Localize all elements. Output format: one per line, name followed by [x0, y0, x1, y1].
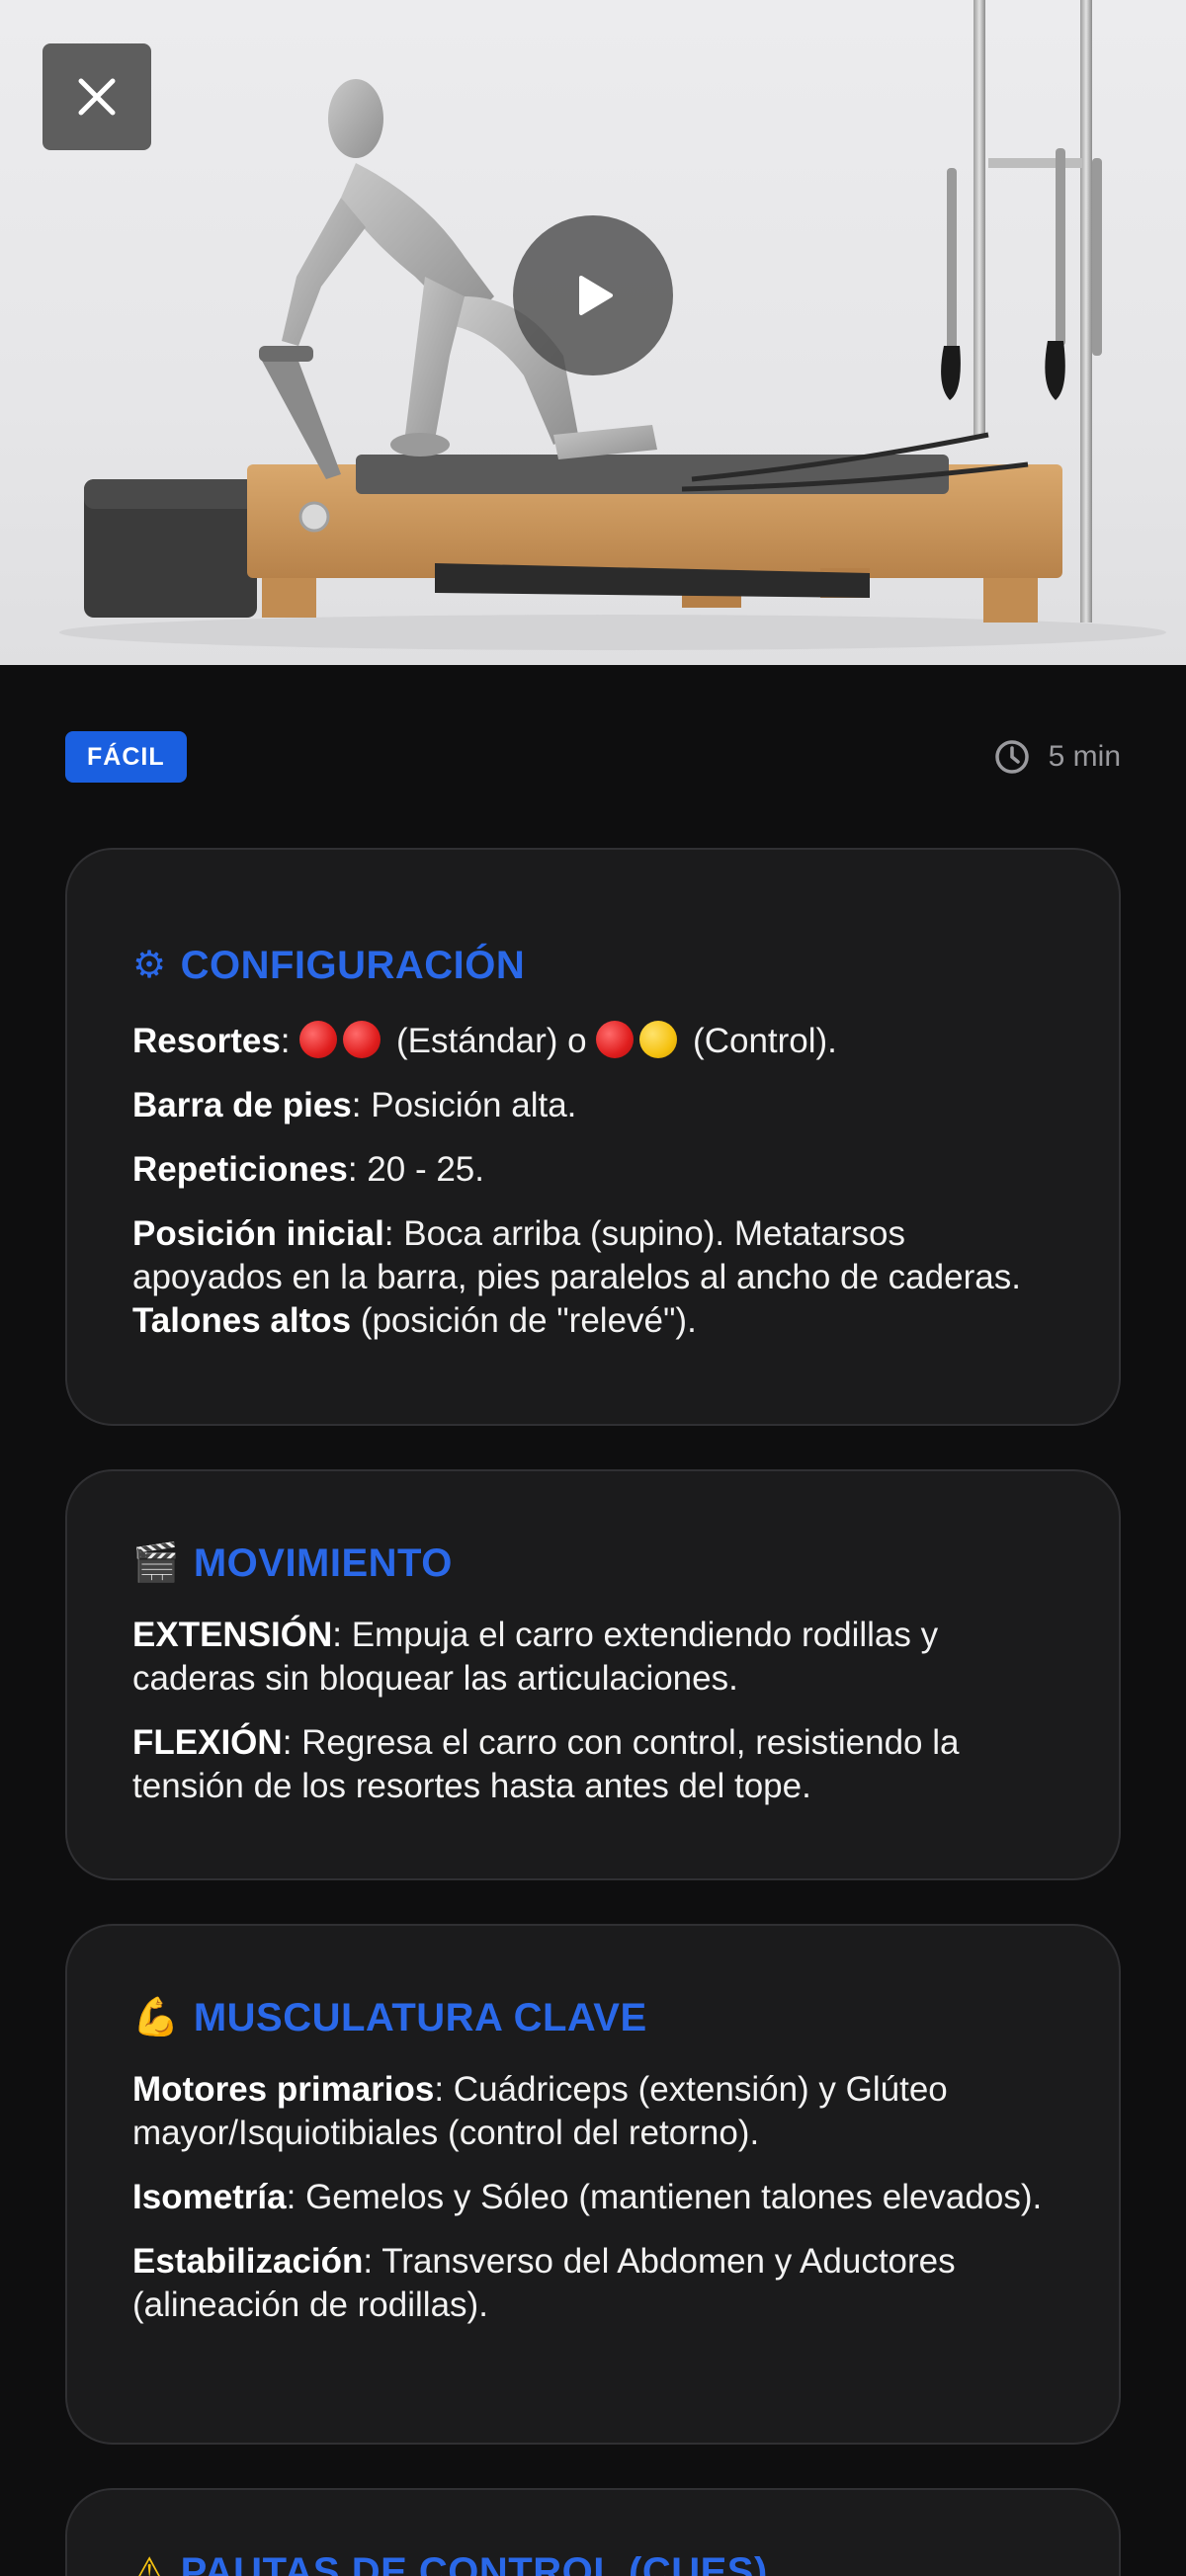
muscles-card: 💪 MUSCULATURA CLAVE Motores primarios: C…	[65, 1924, 1121, 2445]
exercise-meta: FÁCIL 5 min	[65, 731, 1121, 783]
isometry-line: Isometría: Gemelos y Sóleo (mantienen ta…	[132, 2176, 1054, 2219]
cues-title-text: PAUTAS DE CONTROL (CUES)	[180, 2549, 768, 2576]
movement-title-text: MOVIMIENTO	[193, 1540, 453, 1585]
stabilization-line: Estabilización: Transverso del Abdomen y…	[132, 2240, 1054, 2327]
reps-value: : 20 - 25.	[347, 1150, 484, 1189]
extension-label: EXTENSIÓN	[132, 1616, 333, 1654]
flexed-biceps-icon: 💪	[132, 1997, 180, 2038]
footbar-line: Barra de pies: Posición alta.	[132, 1084, 1054, 1127]
muscles-title: 💪 MUSCULATURA CLAVE	[132, 1993, 1054, 2042]
exercise-video[interactable]	[0, 0, 1186, 665]
start-position-line: Posición inicial: Boca arriba (supino). …	[132, 1212, 1054, 1343]
difficulty-badge: FÁCIL	[65, 731, 187, 783]
red-spring-icon	[343, 1021, 381, 1058]
isometry-label: Isometría	[132, 2178, 287, 2216]
clapperboard-icon: 🎬	[132, 1542, 180, 1584]
duration-label: 5 min	[1048, 740, 1121, 773]
start-label: Posición inicial	[132, 1214, 384, 1253]
red-spring-icon	[299, 1021, 338, 1058]
muscles-title-text: MUSCULATURA CLAVE	[193, 1995, 647, 2039]
flexion-line: FLEXIÓN: Regresa el carro con control, r…	[132, 1721, 1054, 1808]
movement-card: 🎬 MOVIMIENTO EXTENSIÓN: Empuja el carro …	[65, 1469, 1121, 1880]
extension-line: EXTENSIÓN: Empuja el carro extendiendo r…	[132, 1614, 1054, 1701]
gear-icon: ⚙	[132, 945, 167, 986]
cues-card: ⚠ PAUTAS DE CONTROL (CUES)	[65, 2488, 1121, 2576]
config-card: ⚙ CONFIGURACIÓN Resortes: (Estándar) o (…	[65, 848, 1121, 1426]
heels-label: Talones altos	[132, 1301, 352, 1340]
reps-line: Repeticiones: 20 - 25.	[132, 1148, 1054, 1192]
footbar-value: : Posición alta.	[351, 1086, 577, 1124]
config-title: ⚙ CONFIGURACIÓN	[132, 941, 1054, 990]
close-icon	[78, 78, 116, 116]
duration: 5 min	[993, 731, 1121, 783]
footbar-label: Barra de pies	[132, 1086, 352, 1124]
springs-control: (Control).	[693, 1022, 837, 1060]
clock-icon	[994, 740, 1029, 774]
isometry-value: : Gemelos y Sóleo (mantienen talones ele…	[286, 2178, 1043, 2216]
close-button[interactable]	[42, 43, 151, 150]
play-icon	[579, 276, 613, 315]
primary-movers-line: Motores primarios: Cuádriceps (extensión…	[132, 2068, 1054, 2155]
play-button[interactable]	[513, 215, 673, 375]
cues-title: ⚠ PAUTAS DE CONTROL (CUES)	[132, 2547, 1054, 2576]
springs-line: Resortes: (Estándar) o (Control).	[132, 1021, 837, 1060]
stabilization-label: Estabilización	[132, 2242, 364, 2281]
springs-label: Resortes	[132, 1022, 281, 1060]
flexion-label: FLEXIÓN	[132, 1723, 283, 1762]
red-spring-icon	[596, 1021, 635, 1058]
movement-title: 🎬 MOVIMIENTO	[132, 1538, 1054, 1588]
config-title-text: CONFIGURACIÓN	[180, 943, 526, 987]
yellow-spring-icon	[639, 1021, 678, 1058]
warning-icon: ⚠	[132, 2551, 167, 2576]
heels-value: (posición de "relevé").	[360, 1301, 697, 1340]
springs-standard: (Estándar) o	[395, 1022, 587, 1060]
reps-label: Repeticiones	[132, 1150, 348, 1189]
primary-label: Motores primarios	[132, 2070, 435, 2109]
